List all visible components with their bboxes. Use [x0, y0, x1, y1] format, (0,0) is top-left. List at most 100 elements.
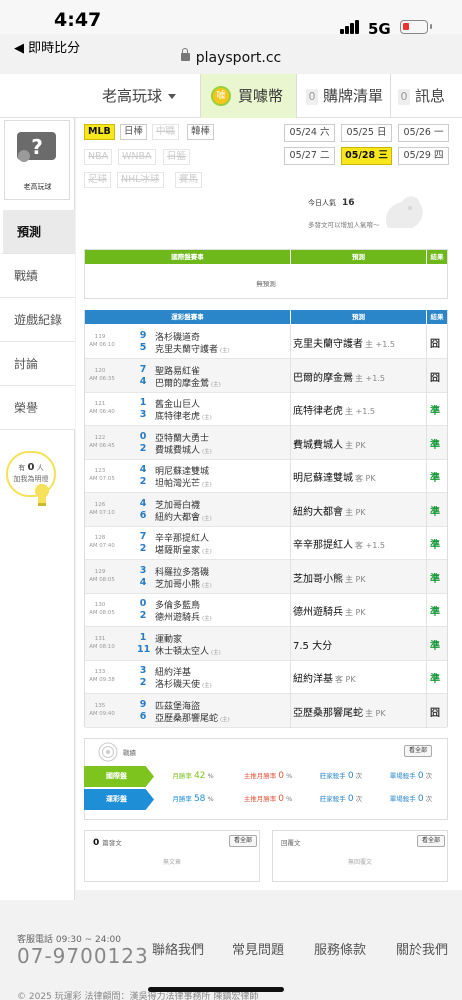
avatar[interactable]: ? — [13, 126, 60, 166]
league-tab-1[interactable]: MLB — [84, 124, 115, 140]
home-mark: (主) — [220, 716, 230, 723]
sidebar-item-5[interactable]: 榮譽 — [0, 386, 75, 430]
date-tab-5[interactable]: 05/28 三 — [341, 147, 392, 165]
league-tab-4[interactable]: 韓棒 — [187, 124, 215, 140]
footer-link-3[interactable]: 服務條款 — [314, 939, 366, 958]
prediction: 亞歷桑那響尾蛇主 PK — [293, 704, 386, 719]
date-tab-2[interactable]: 05/25 日 — [341, 124, 392, 142]
home-score: 4 — [139, 576, 147, 588]
buy-coin-button[interactable]: 噱 買噱幣 — [200, 74, 297, 118]
footer-link-2[interactable]: 常見問題 — [232, 939, 284, 958]
date-tab-6[interactable]: 05/29 四 — [398, 147, 449, 165]
replies-view-all-button[interactable]: 看全部 — [417, 835, 446, 847]
fans-count: 0 — [27, 462, 35, 473]
lock-icon — [180, 48, 190, 61]
game-time: AM 06:10 — [89, 342, 115, 348]
home-team[interactable]: 巴爾的摩金鶯 (主) — [155, 376, 221, 389]
main-rate-unit: % — [284, 795, 293, 803]
home-team[interactable]: 紐約大都會 (主) — [155, 510, 212, 523]
home-mark: (主) — [202, 683, 212, 689]
mascot-icon — [385, 196, 423, 228]
league-tab-2[interactable]: 日棒 — [120, 124, 148, 140]
footer-link-1[interactable]: 聯絡我們 — [152, 939, 204, 958]
home-team[interactable]: 休士頓太空人 (主) — [155, 644, 221, 657]
prediction-result: 囧 — [430, 372, 440, 384]
sidebar-item-4[interactable]: 討論 — [0, 342, 75, 386]
prediction-line: 主 +1.5 — [365, 340, 395, 349]
address-bar[interactable]: playsport.cc — [0, 48, 462, 66]
home-team[interactable]: 堪薩斯皇家 (主) — [155, 543, 212, 556]
date-tab-3[interactable]: 05/26 一 — [398, 124, 449, 142]
divider — [290, 660, 291, 694]
game-time: AM 06:40 — [89, 409, 115, 415]
game-time: AM 08:05 — [89, 610, 115, 616]
buy-list-link[interactable]: 0 購牌清單 — [306, 74, 383, 118]
away-score: 9 — [139, 698, 147, 710]
chevron-down-icon — [168, 94, 177, 99]
prediction-pick: 紐約大都會 — [293, 506, 343, 518]
home-team[interactable]: 芝加哥小熊 (主) — [155, 577, 212, 590]
home-team[interactable]: 德州遊騎兵 (主) — [155, 610, 212, 623]
home-team[interactable]: 克里夫蘭守護者 (主) — [155, 342, 230, 355]
game-row: 120 AM 06:35 7 4 聖路易紅雀 巴爾的摩金鶯 (主) 巴爾的摩金鶯主 +1.5 囧 — [85, 358, 447, 393]
prediction-pick: 亞歷桑那響尾蛇 — [293, 707, 363, 719]
home-indicator — [148, 987, 284, 992]
sidebar-item-3[interactable]: 遊戲紀錄 — [0, 298, 75, 342]
lottery-header-result: 結果 — [427, 310, 447, 324]
prediction-result: 準 — [430, 540, 440, 551]
divider — [290, 492, 291, 527]
game-row: 119 AM 06:10 9 5 洛杉磯道奇 克里夫蘭守護者 (主) 克里夫蘭守護者主 +1.… — [85, 325, 447, 359]
away-score: 1 — [139, 397, 147, 408]
divider — [290, 425, 291, 460]
game-row: 126 AM 07:10 4 6 芝加哥白襪 紐約大都會 (主) 紐約大都會主 PK 準 — [85, 492, 447, 527]
home-team[interactable]: 底特律老虎 (主) — [155, 409, 212, 422]
prediction-line: 主 PK — [345, 574, 366, 584]
footer-link-4[interactable]: 關於我們 — [396, 939, 448, 958]
game-time: AM 08:05 — [89, 576, 115, 583]
messages-link[interactable]: 0 訊息 — [398, 74, 445, 118]
coin-icon: 噱 — [211, 86, 231, 106]
prediction-pick: 辛辛那提紅人 — [293, 540, 353, 551]
sidebar-item-1[interactable]: 預測 — [0, 210, 75, 254]
away-score: 0 — [139, 430, 147, 442]
prediction-pick: 德州遊騎兵 — [293, 607, 343, 618]
league-tab-10: 賽馬 — [175, 172, 203, 188]
prediction-result: 準 — [430, 506, 440, 518]
game-row: 128 AM 07:40 7 2 辛辛那提紅人 堪薩斯皇家 (主) 辛辛那提紅人客 +1.5 準 — [85, 526, 447, 560]
league-tab-5: NBA — [84, 149, 113, 165]
home-team[interactable]: 洛杉磯天使 (主) — [155, 677, 212, 690]
win-rate-unit: % — [205, 772, 214, 780]
intl-header-pred: 預測 — [291, 250, 426, 264]
service-phone[interactable]: 07-9700123 — [17, 944, 149, 968]
record-view-all-button[interactable]: 看全部 — [404, 745, 433, 757]
prediction: 紐約大都會主 PK — [293, 503, 366, 518]
record-single-killer-count: 單場殺手 0 次 — [376, 789, 446, 810]
category-dropdown[interactable]: 老高玩球 — [102, 74, 177, 118]
league-tab-7: 日籃 — [163, 149, 191, 165]
game-row: 123 AM 07:05 4 2 明尼蘇達雙城 坦帕灣光芒 (主) 明尼蘇達雙城客 PK 準 — [85, 459, 447, 493]
fans-text: 加我為明燈 — [13, 475, 49, 483]
date-tab-4[interactable]: 05/27 二 — [284, 147, 335, 165]
home-mark: (主) — [202, 448, 212, 455]
buy-list-count: 0 — [306, 88, 318, 105]
home-team[interactable]: 費城費城人 (主) — [155, 443, 212, 456]
prediction-pick: 底特律老虎 — [293, 406, 343, 417]
posts-view-all-button[interactable]: 看全部 — [229, 835, 258, 847]
prediction: 德州遊騎兵主 PK — [293, 603, 366, 618]
prediction: 7.5 大分 — [293, 637, 332, 652]
posts-count: 0 — [93, 838, 100, 848]
game-row: 130 AM 08:05 0 2 多倫多藍鳥 德州遊騎兵 (主) 德州遊騎兵主 PK 準 — [85, 593, 447, 627]
home-team[interactable]: 坦帕灣光芒 (主) — [155, 476, 212, 489]
replies-empty: 無回覆文 — [347, 859, 372, 866]
home-score: 5 — [139, 342, 147, 353]
record-killer-count: 莊家殺手 0 次 — [306, 766, 376, 787]
home-team[interactable]: 亞歷桑那響尾蛇 (主) — [155, 711, 230, 724]
date-tab-1[interactable]: 05/24 六 — [284, 124, 335, 142]
game-time: AM 07:40 — [89, 543, 115, 549]
prediction-pick: 芝加哥小熊 — [293, 573, 343, 585]
home-score: 4 — [139, 375, 147, 387]
prediction-pick: 克里夫蘭守護者 — [293, 339, 363, 350]
sidebar-item-2[interactable]: 戰績 — [0, 254, 75, 298]
home-team-name: 費城費城人 — [155, 445, 201, 456]
record-type-label: 國際盤 — [84, 766, 154, 787]
